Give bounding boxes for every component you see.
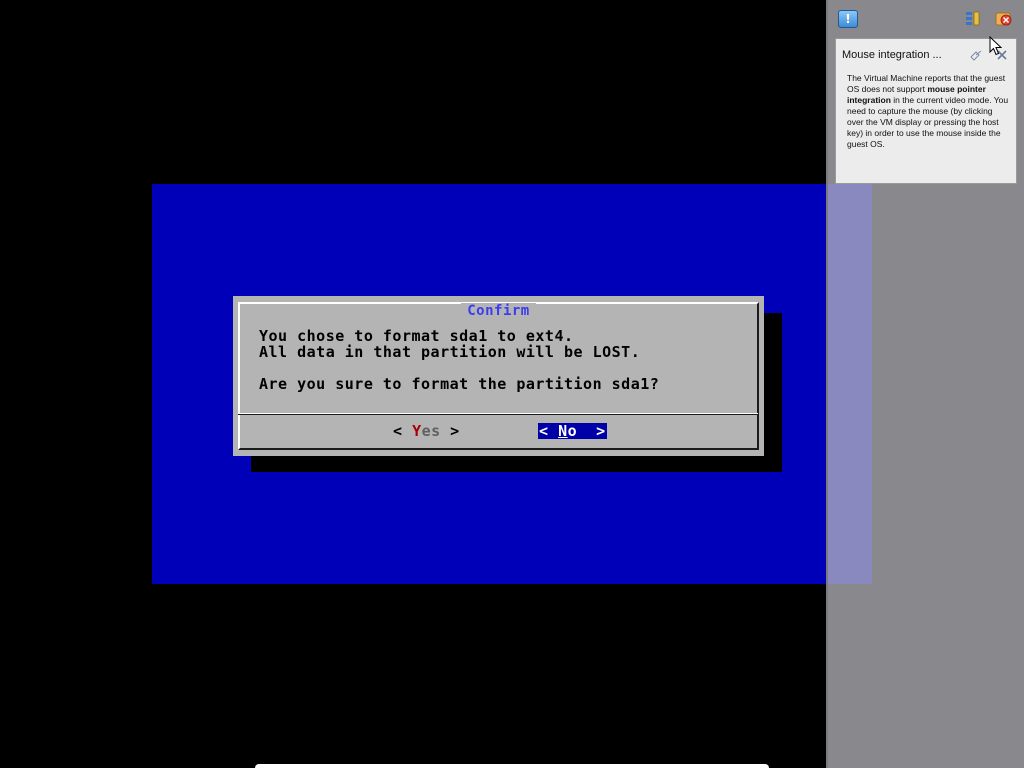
notification-icon[interactable]: ! [838, 10, 858, 28]
message-line-3: Are you sure to format the partition sda… [259, 375, 660, 393]
no-button-left-bracket: < [539, 422, 559, 440]
message-line-2: All data in that partition will be LOST. [259, 343, 641, 361]
close-all-icon[interactable] [995, 11, 1013, 27]
mouse-integration-popup: Mouse integration ... The Virtual Machin… [835, 38, 1017, 184]
no-button-label: o [567, 422, 578, 440]
no-button-hotkey: N [558, 422, 568, 440]
yes-button-label: es [421, 422, 441, 440]
details-icon[interactable] [965, 11, 981, 27]
yes-button[interactable]: < Yes > [393, 423, 460, 439]
popup-title: Mouse integration ... [842, 49, 942, 61]
bottom-edge-bar [255, 764, 769, 768]
confirm-dialog: Confirm You chose to format sda1 to ext4… [233, 296, 764, 456]
mouse-cursor-icon [989, 36, 1002, 56]
yes-button-right-bracket: > [440, 422, 460, 440]
button-separator [238, 413, 758, 415]
message-line-1: You chose to format sda1 to ext4. [259, 327, 574, 345]
no-button-right-bracket: > [577, 422, 606, 440]
no-button[interactable]: < No > [538, 423, 607, 439]
yes-button-left-bracket: < [393, 422, 413, 440]
notification-panel: ! Mouse integration ... The Virtual Mach… [826, 0, 1024, 768]
dialog-title: Confirm [461, 303, 536, 319]
pin-icon[interactable] [970, 50, 982, 61]
yes-button-hotkey: Y [412, 422, 422, 440]
dialog-title-bar: Confirm [240, 303, 757, 319]
popup-message: The Virtual Machine reports that the gue… [847, 73, 1009, 150]
